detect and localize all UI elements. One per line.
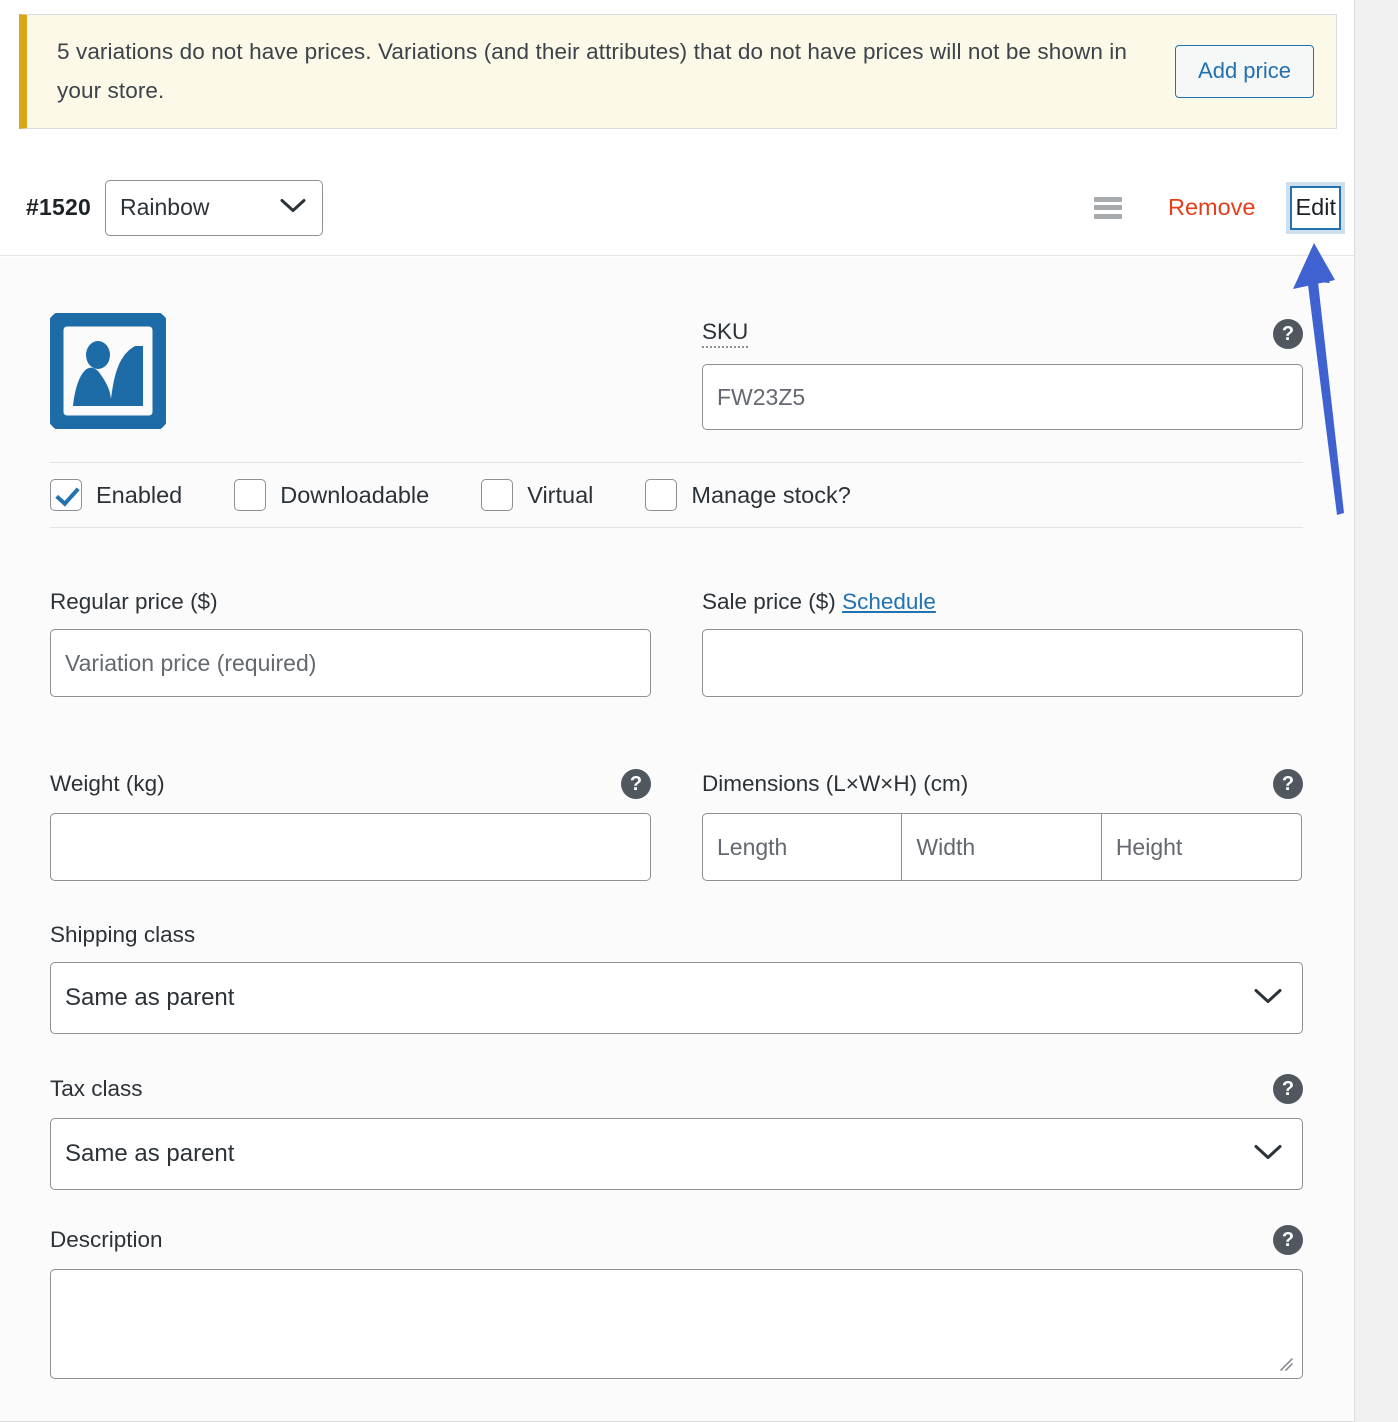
tax-class-select-wrap: Same as parent: [50, 1118, 1303, 1190]
variation-body: SKU ? Enabled Downloadable: [0, 257, 1355, 1422]
divider-above-checkboxes: [50, 462, 1303, 463]
description-help-icon[interactable]: ?: [1273, 1225, 1303, 1255]
divider-below-checkboxes: [50, 527, 1303, 528]
tax-class-group: Tax class ? Same as parent: [50, 1074, 1303, 1190]
dimension-height-input[interactable]: [1101, 813, 1302, 881]
checkbox-virtual[interactable]: Virtual: [481, 479, 593, 511]
page-gutter: [1356, 0, 1398, 1422]
weight-input[interactable]: [50, 813, 651, 881]
attribute-select-value: Rainbow: [120, 194, 210, 221]
description-group: Description ?: [50, 1225, 1303, 1379]
tax-class-select[interactable]: Same as parent: [50, 1118, 1303, 1190]
description-textarea[interactable]: [50, 1269, 1303, 1379]
checkbox-manage-stock-label: Manage stock?: [691, 482, 850, 509]
shipping-class-value: Same as parent: [65, 984, 234, 1012]
shipping-class-select[interactable]: Same as parent: [50, 962, 1303, 1034]
shipping-class-group: Shipping class Same as parent: [50, 922, 1303, 1034]
chevron-down-icon: [280, 197, 306, 218]
checkbox-virtual-box[interactable]: [481, 479, 513, 511]
checkbox-enabled-label: Enabled: [96, 482, 182, 509]
remove-link[interactable]: Remove: [1168, 194, 1256, 221]
sku-help-icon[interactable]: ?: [1273, 319, 1303, 349]
variation-panel: 5 variations do not have prices. Variati…: [0, 0, 1355, 1422]
dimensions-group: Dimensions (L×W×H) (cm) ?: [702, 769, 1303, 881]
schedule-link[interactable]: Schedule: [842, 589, 936, 614]
dimension-length-input[interactable]: [702, 813, 903, 881]
checkbox-manage-stock-box[interactable]: [645, 479, 677, 511]
checkbox-downloadable[interactable]: Downloadable: [234, 479, 429, 511]
weight-label: Weight (kg): [50, 771, 165, 797]
sku-field-group: SKU ?: [702, 319, 1303, 430]
drag-handle-icon[interactable]: [1094, 197, 1122, 219]
weight-group: Weight (kg) ?: [50, 769, 651, 881]
dimensions-inputs: [702, 813, 1303, 881]
dimensions-label: Dimensions (L×W×H) (cm): [702, 771, 968, 797]
notice-message: 5 variations do not have prices. Variati…: [57, 33, 1175, 110]
regular-price-input[interactable]: [50, 629, 651, 697]
shipping-class-label: Shipping class: [50, 922, 1303, 948]
image-placeholder-icon[interactable]: [50, 313, 166, 429]
description-label: Description: [50, 1227, 163, 1253]
checkbox-manage-stock[interactable]: Manage stock?: [645, 479, 850, 511]
attribute-select[interactable]: Rainbow: [105, 180, 323, 236]
shipping-class-select-wrap: Same as parent: [50, 962, 1303, 1034]
description-textarea-wrap: [50, 1269, 1303, 1379]
regular-price-group: Regular price ($): [50, 589, 651, 697]
sale-price-label: Sale price ($) Schedule: [702, 589, 1303, 615]
thumbnail-sku-row: SKU ?: [50, 305, 1303, 463]
add-price-button[interactable]: Add price: [1175, 45, 1314, 98]
sku-input[interactable]: [702, 364, 1303, 430]
checkbox-enabled[interactable]: Enabled: [50, 479, 182, 511]
tax-class-label: Tax class: [50, 1076, 143, 1102]
dimensions-help-icon[interactable]: ?: [1273, 769, 1303, 799]
tax-class-help-icon[interactable]: ?: [1273, 1074, 1303, 1104]
sale-price-group: Sale price ($) Schedule: [702, 589, 1303, 697]
screenshot-root: 5 variations do not have prices. Variati…: [0, 0, 1398, 1422]
checkbox-downloadable-box[interactable]: [234, 479, 266, 511]
sku-label: SKU: [702, 319, 748, 348]
regular-price-label: Regular price ($): [50, 589, 651, 615]
sale-price-label-text: Sale price ($): [702, 589, 836, 614]
tax-class-value: Same as parent: [65, 1140, 234, 1168]
variation-header-row: #1520 Rainbow Remove Edit: [0, 160, 1355, 256]
no-price-notice: 5 variations do not have prices. Variati…: [19, 14, 1337, 129]
variation-id: #1520: [26, 194, 91, 221]
checkbox-downloadable-label: Downloadable: [280, 482, 429, 509]
weight-help-icon[interactable]: ?: [621, 769, 651, 799]
sale-price-input[interactable]: [702, 629, 1303, 697]
checkbox-enabled-box[interactable]: [50, 479, 82, 511]
variation-flags-row: Enabled Downloadable Virtual Manage stoc…: [50, 464, 1303, 526]
dimension-width-input[interactable]: [901, 813, 1102, 881]
edit-link[interactable]: Edit: [1290, 186, 1342, 230]
checkbox-virtual-label: Virtual: [527, 482, 593, 509]
